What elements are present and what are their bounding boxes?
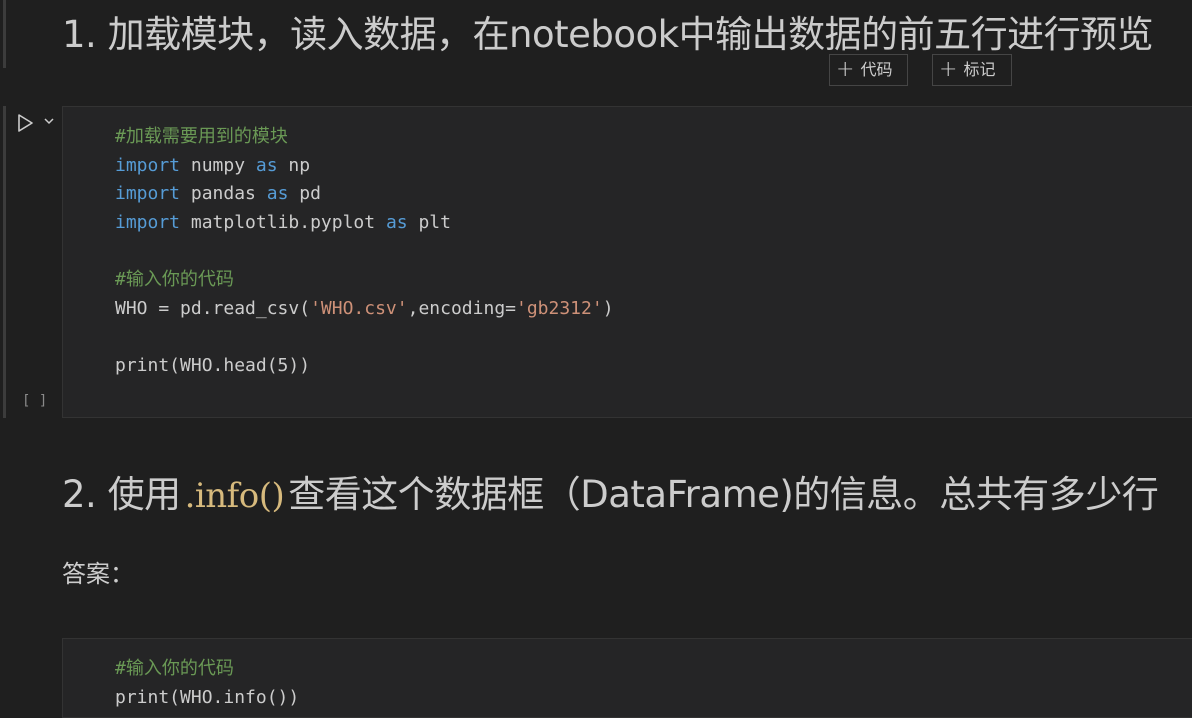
code-token: pandas <box>180 183 267 205</box>
plus-icon: + <box>939 57 958 82</box>
code-line: import numpy as np <box>115 152 614 181</box>
code-token: import <box>115 183 181 205</box>
code-editor[interactable]: #加载需要用到的模块 import numpy as np import panda… <box>115 123 614 380</box>
add-markdown-label: 标记 <box>963 60 996 79</box>
plus-icon: + <box>836 57 855 82</box>
code-line: import matplotlib.pyplot as plt <box>115 209 614 238</box>
code-line: print(WHO.head(5)) <box>115 352 614 381</box>
code-token: #输入你的代码 <box>115 268 234 290</box>
add-markdown-cell-button[interactable]: + 标记 <box>932 54 1012 86</box>
answer-label: 答案： <box>62 560 134 588</box>
code-token: ) <box>602 297 614 319</box>
code-token: as <box>255 154 278 176</box>
heading-suffix: 查看这个数据框（DataFrame)的信息。总共有多少行 <box>288 473 1159 516</box>
code-line: WHO = pd.read_csv('WHO.csv',encoding='gb… <box>115 295 614 324</box>
code-token: WHO = pd.read_csv( <box>115 297 311 319</box>
code-token: 'WHO.csv' <box>310 297 408 319</box>
code-token: ,encoding= <box>407 297 516 319</box>
code-line: #输入你的代码 <box>115 655 299 684</box>
code-token: #输入你的代码 <box>115 658 234 679</box>
heading-prefix: 2. 使用 <box>62 473 181 516</box>
chevron-down-icon[interactable] <box>42 114 56 128</box>
code-token: import <box>115 211 181 233</box>
code-token: plt <box>407 211 451 233</box>
code-token: np <box>277 154 311 176</box>
inline-code: .info() <box>184 476 285 516</box>
code-token: as <box>385 211 408 233</box>
code-cell-1[interactable]: #加载需要用到的模块 import numpy as np import panda… <box>62 106 1192 418</box>
code-cell-2[interactable]: #输入你的代码 print(WHO.info()) <box>62 638 1192 718</box>
code-line: #输入你的代码 <box>115 266 614 295</box>
add-code-label: 代码 <box>860 60 893 79</box>
code-token: matplotlib.pyplot <box>180 211 386 233</box>
code-token: pd <box>288 183 321 205</box>
run-cell-icon[interactable] <box>14 112 36 134</box>
markdown-heading-2: 2. 使用 .info() 查看这个数据框（DataFrame)的信息。总共有多少行 <box>62 468 1159 523</box>
markdown-heading-1: 1. 加载模块，读入数据，在notebook中输出数据的前五行进行预览 <box>62 13 1154 56</box>
code-token: as <box>266 183 289 205</box>
code-token: 'gb2312' <box>516 297 603 319</box>
code-line: #加载需要用到的模块 <box>115 123 614 152</box>
add-code-cell-button[interactable]: + 代码 <box>829 54 908 86</box>
code-token: #加载需要用到的模块 <box>115 126 288 147</box>
code-token: print(WHO.head(5)) <box>115 354 311 376</box>
code-token: print(WHO.info()) <box>115 686 300 708</box>
code-line: import pandas as pd <box>115 180 614 209</box>
code-token: import <box>115 154 181 176</box>
code-token: numpy <box>180 154 256 176</box>
cell-focus-bar <box>3 0 6 68</box>
code-editor[interactable]: #输入你的代码 print(WHO.info()) <box>115 655 299 712</box>
code-line: print(WHO.info()) <box>115 684 299 713</box>
execution-count: [ ] <box>22 393 48 409</box>
cell-focus-bar <box>3 106 6 418</box>
